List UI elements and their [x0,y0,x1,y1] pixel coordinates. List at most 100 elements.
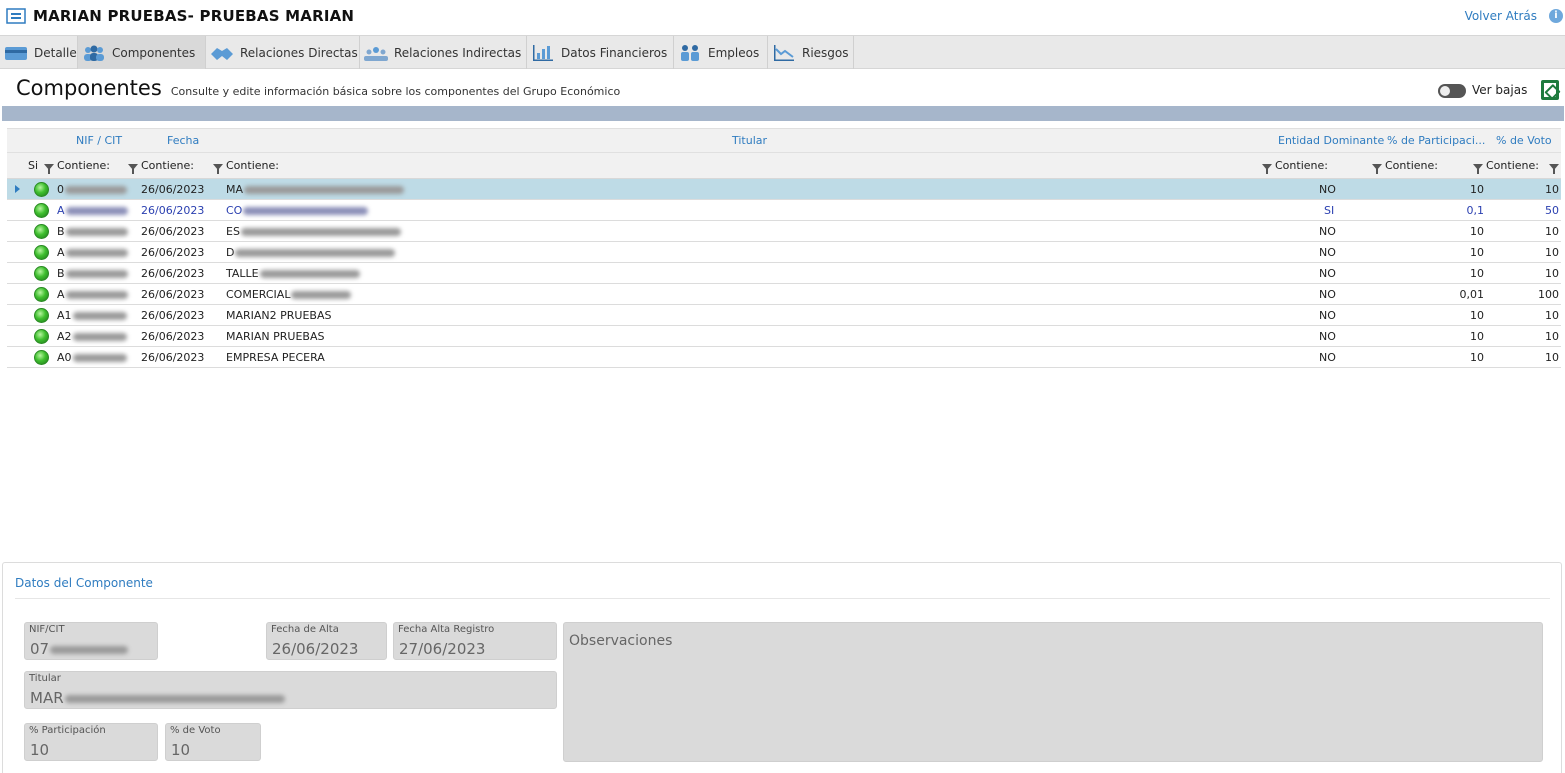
filter-dominante[interactable]: Contiene: [1262,159,1328,174]
cell-titular: D [226,246,396,259]
cell-fecha: 26/06/2023 [141,309,205,322]
cell-nif: A [57,204,128,217]
filter-titular[interactable]: Contiene: [213,159,279,174]
filter-icon [213,164,223,174]
cell-nif: A [57,246,128,259]
components-grid: NIF / CIT Fecha Titular Entidad Dominant… [7,128,1561,368]
cell-dominante: SI [1324,204,1335,217]
filter-fecha[interactable]: Contiene: [128,159,194,174]
column-header-participacion[interactable]: % de Participaci... [1387,134,1485,147]
cell-fecha: 26/06/2023 [141,330,205,343]
cell-titular: MARIAN2 PRUEBAS [226,309,332,322]
cell-participacion: 0,1 [1466,204,1485,217]
cell-voto: 10 [1545,351,1559,364]
tab-riesgos[interactable]: Riesgos [768,36,854,69]
cell-fecha: 26/06/2023 [141,246,205,259]
voto-value: 10 [171,741,191,759]
filter-icon [1372,164,1382,174]
tab-relaciones-indirectas[interactable]: Relaciones Indirectas [360,36,527,69]
cell-nif: A1 [57,309,127,322]
participacion-field[interactable]: % Participación 10 [24,723,158,761]
table-row[interactable]: A1 26/06/2023 MARIAN2 PRUEBAS NO 10 10 [7,305,1561,326]
cell-voto: 10 [1545,183,1559,196]
grid-header: NIF / CIT Fecha Titular Entidad Dominant… [7,128,1561,153]
nif-label: NIF/CIT [29,624,65,635]
column-header-voto[interactable]: % de Voto [1496,134,1552,147]
cell-fecha: 26/06/2023 [141,225,205,238]
section-header: Componentes Consulte y edite información… [16,76,620,100]
bar-chart-icon [533,44,553,61]
voto-label: % de Voto [170,725,221,736]
title-bar: MARIAN PRUEBAS- PRUEBAS MARIAN Volver At… [0,0,1565,34]
fecha-registro-label: Fecha Alta Registro [398,624,495,635]
ver-bajas-label: Ver bajas [1472,83,1528,97]
tab-label: Detalle [34,45,77,60]
filter-voto[interactable]: Contiene: [1473,159,1539,174]
table-row[interactable]: 0 26/06/2023 MA NO 10 10 [7,179,1561,200]
observaciones-field[interactable]: Observaciones [563,622,1543,762]
tab-bar: Detalle Componentes Relaciones Directas … [0,35,1565,69]
table-row[interactable]: B 26/06/2023 ES NO 10 10 [7,221,1561,242]
participacion-value: 10 [30,741,50,759]
cell-dominante: NO [1319,288,1336,301]
status-green-icon [34,203,49,218]
table-row[interactable]: A 26/06/2023 D NO 10 10 [7,242,1561,263]
group-bar [2,106,1564,121]
tab-datos-financieros[interactable]: Datos Financieros [527,36,674,69]
status-green-icon [34,224,49,239]
column-header-titular[interactable]: Titular [732,134,767,147]
filter-nif[interactable]: Contiene: [44,159,110,174]
nif-field[interactable]: NIF/CIT 07 [24,622,158,660]
column-header-fecha[interactable]: Fecha [167,134,199,147]
fecha-alta-field[interactable]: Fecha de Alta 26/06/2023 [266,622,387,660]
excel-export-icon[interactable] [1541,80,1559,100]
filter-si-label: Si [28,159,39,172]
filter-participacion[interactable]: Contiene: [1372,159,1438,174]
cell-fecha: 26/06/2023 [141,351,205,364]
divider [15,598,1550,599]
cell-titular: EMPRESA PECERA [226,351,325,364]
cell-participacion: 10 [1470,183,1484,196]
cell-fecha: 26/06/2023 [141,267,205,280]
cell-voto: 10 [1545,309,1559,322]
filter-voto-end[interactable] [1549,159,1562,174]
tab-label: Riesgos [802,45,849,60]
cell-voto: 10 [1545,225,1559,238]
status-green-icon [34,287,49,302]
cell-dominante: NO [1319,330,1336,343]
back-link[interactable]: Volver Atrás [1465,9,1537,23]
tab-label: Relaciones Indirectas [394,45,522,60]
tab-componentes[interactable]: Componentes [78,36,206,69]
table-row[interactable]: B 26/06/2023 TALLE NO 10 10 [7,263,1561,284]
filter-icon [128,164,138,174]
cell-voto: 10 [1545,267,1559,280]
cell-titular: MARIAN PRUEBAS [226,330,325,343]
titular-field[interactable]: Titular MAR [24,671,557,709]
cell-participacion: 10 [1470,330,1484,343]
column-header-nif[interactable]: NIF / CIT [76,134,122,147]
tab-relaciones-directas[interactable]: Relaciones Directas [206,36,360,69]
fecha-registro-field[interactable]: Fecha Alta Registro 27/06/2023 [393,622,557,660]
titular-value: MAR [30,689,285,707]
cell-titular: MA [226,183,405,196]
cell-voto: 100 [1538,288,1559,301]
group-icon [364,46,388,61]
voto-field[interactable]: % de Voto 10 [165,723,261,761]
ver-bajas-toggle[interactable] [1438,84,1466,98]
table-row[interactable]: A 26/06/2023 COMERCIAL NO 0,01 100 [7,284,1561,305]
tab-label: Relaciones Directas [240,45,358,60]
cell-titular: TALLE [226,267,360,280]
tab-empleos[interactable]: Empleos [674,36,768,69]
table-row[interactable]: A2 26/06/2023 MARIAN PRUEBAS NO 10 10 [7,326,1561,347]
tab-detalle[interactable]: Detalle [0,36,78,69]
column-header-dominante[interactable]: Entidad Dominante [1278,134,1384,147]
cell-fecha: 26/06/2023 [141,204,205,217]
table-row[interactable]: A 26/06/2023 CO SI 0,1 50 [7,200,1561,221]
table-row[interactable]: A0 26/06/2023 EMPRESA PECERA NO 10 10 [7,347,1561,368]
selected-row-arrow-icon [15,185,20,193]
cell-voto: 50 [1545,204,1559,217]
cell-fecha: 26/06/2023 [141,288,205,301]
info-icon[interactable]: i [1549,9,1563,23]
cell-voto: 10 [1545,246,1559,259]
cell-voto: 10 [1545,330,1559,343]
